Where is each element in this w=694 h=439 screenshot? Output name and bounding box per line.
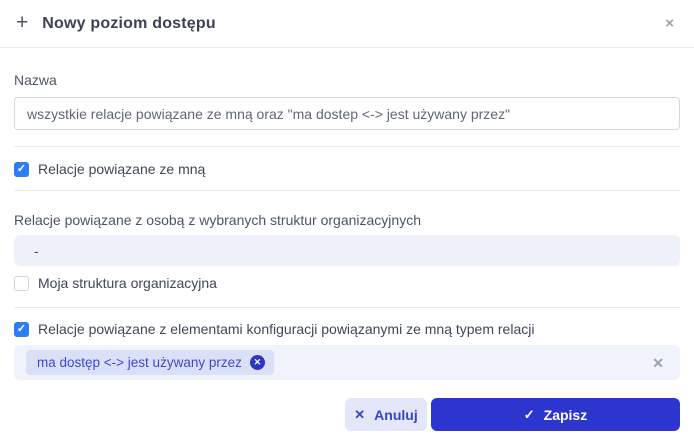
checkbox-unchecked-icon[interactable] [14,275,29,291]
name-field-label: Nazwa [14,72,57,88]
checkbox-relations-me[interactable]: ✓ Relacje powiązane ze mną [14,161,680,177]
field-clear-icon[interactable]: ✕ [652,356,668,370]
checkbox-checked-icon[interactable]: ✓ [14,161,29,177]
org-structures-value: - [34,242,39,259]
close-icon[interactable]: × [661,12,678,35]
divider [14,190,680,191]
org-structures-label: Relacje powiązane z osobą z wybranych st… [14,212,421,228]
checkbox-label: Moja struktura organizacyjna [38,275,217,291]
divider [14,146,680,147]
new-access-level-dialog: + Nowy poziom dostępu × Nazwa ✓ Relacje … [0,0,694,439]
checkbox-label: Relacje powiązane z elementami konfigura… [38,321,535,337]
chip-label: ma dostęp <-> jest używany przez [37,355,242,370]
dialog-header: + Nowy poziom dostępu × [0,0,694,48]
dialog-footer: ✕ Anuluj ✓ Zapisz [0,398,680,431]
plus-icon: + [16,11,29,34]
cancel-x-icon: ✕ [354,407,366,422]
relation-type-chip: ma dostęp <-> jest używany przez ✕ [26,350,274,375]
check-icon: ✓ [16,322,27,335]
save-check-icon: ✓ [523,407,535,422]
save-button-label: Zapisz [543,406,588,423]
checkbox-checked-icon[interactable]: ✓ [14,321,29,337]
dialog-body: Nazwa ✓ Relacje powiązane ze mną Relacje… [0,72,694,380]
chip-remove-icon[interactable]: ✕ [249,355,265,370]
cancel-button[interactable]: ✕ Anuluj [345,398,427,431]
checkbox-my-structure[interactable]: Moja struktura organizacyjna [14,275,680,291]
org-structures-field[interactable]: - [14,235,680,266]
divider [14,307,680,308]
check-icon: ✓ [16,162,27,175]
save-button[interactable]: ✓ Zapisz [431,398,680,431]
dialog-title: Nowy poziom dostępu [42,14,216,32]
relation-type-field[interactable]: ma dostęp <-> jest używany przez ✕ ✕ [14,345,680,380]
checkbox-label: Relacje powiązane ze mną [38,161,206,177]
checkbox-config-items[interactable]: ✓ Relacje powiązane z elementami konfigu… [14,321,680,337]
cancel-button-label: Anuluj [374,406,418,423]
name-input[interactable] [14,97,680,130]
